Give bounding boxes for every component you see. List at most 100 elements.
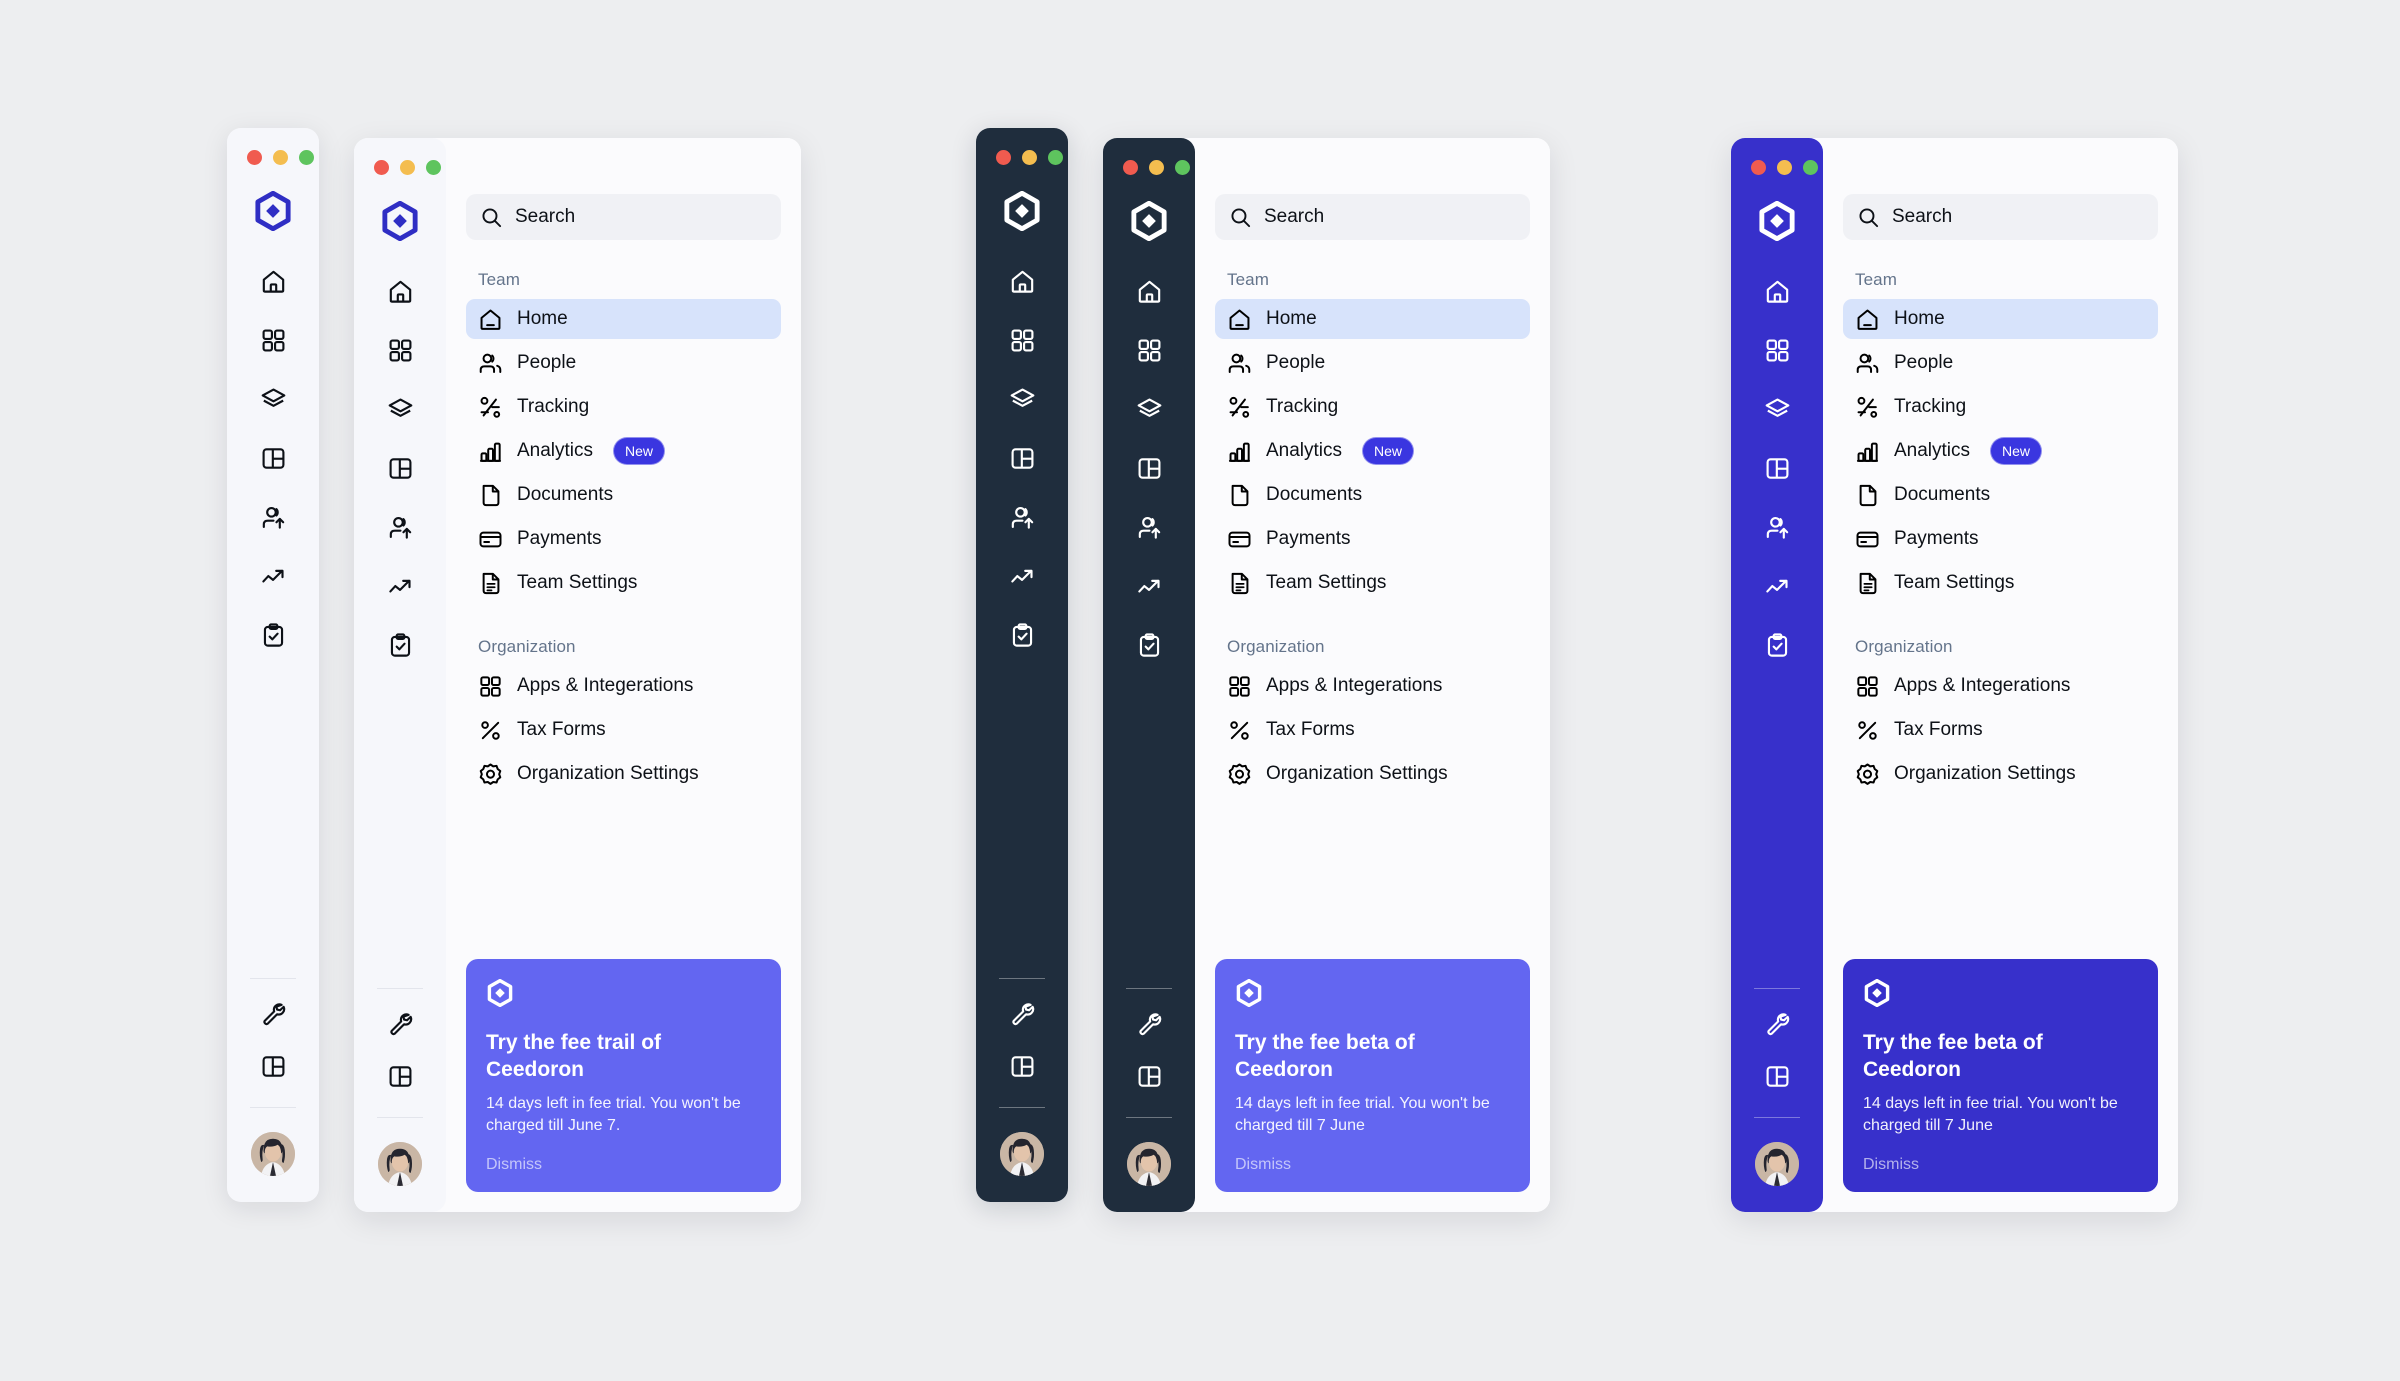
nav-item-team-settings[interactable]: Team Settings	[1843, 563, 2158, 603]
rail-item-clipboard-check-icon[interactable]	[1754, 622, 1800, 668]
rail-item-layers-icon[interactable]	[1126, 386, 1172, 432]
rail-item-grid-icon[interactable]	[250, 317, 296, 363]
search-input[interactable]: Search	[1215, 194, 1530, 240]
rail-item-layout-icon[interactable]	[1126, 445, 1172, 491]
icon-rail-dark-2[interactable]	[1103, 138, 1195, 1212]
rail-item-add-person-icon[interactable]	[250, 494, 296, 540]
nav-item-payments[interactable]: Payments	[466, 519, 781, 559]
rail-item-wrench-icon[interactable]	[250, 989, 296, 1035]
avatar[interactable]	[1127, 1142, 1171, 1186]
rail-item-grid-icon[interactable]	[1126, 327, 1172, 373]
rail-item-layers-icon[interactable]	[999, 376, 1045, 422]
trial-promo-card[interactable]: Try the fee trail of Ceedoron 14 days le…	[466, 958, 781, 1192]
rail-item-layout-icon[interactable]	[999, 435, 1045, 481]
nav-item-apps-integrations[interactable]: Apps & Integerations	[1215, 666, 1530, 706]
app-logo[interactable]	[1129, 201, 1169, 246]
rail-item-add-person-icon[interactable]	[999, 494, 1045, 540]
nav-item-organization-settings[interactable]: Organization Settings	[1215, 754, 1530, 794]
nav-item-analytics[interactable]: Analytics New	[466, 431, 781, 471]
rail-item-home-icon[interactable]	[1754, 268, 1800, 314]
rail-item-wrench-icon[interactable]	[377, 999, 423, 1045]
rail-item-add-person-icon[interactable]	[1754, 504, 1800, 550]
avatar[interactable]	[378, 1142, 422, 1186]
nav-item-apps-integrations[interactable]: Apps & Integerations	[466, 666, 781, 706]
avatar[interactable]	[1755, 1142, 1799, 1186]
rail-item-home-icon[interactable]	[999, 258, 1045, 304]
rail-item-layout-bottom-icon[interactable]	[250, 1043, 296, 1089]
rail-item-add-person-icon[interactable]	[377, 504, 423, 550]
nav-item-organization-settings[interactable]: Organization Settings	[466, 754, 781, 794]
minimize-button[interactable]	[399, 160, 415, 175]
icon-rail-light-2[interactable]	[354, 138, 446, 1212]
rail-item-wrench-icon[interactable]	[1126, 999, 1172, 1045]
nav-item-team-settings[interactable]: Team Settings	[466, 563, 781, 603]
rail-item-layout-icon[interactable]	[250, 435, 296, 481]
rail-item-layers-icon[interactable]	[250, 376, 296, 422]
traffic-lights[interactable]	[1737, 138, 1818, 175]
rail-item-clipboard-check-icon[interactable]	[1126, 622, 1172, 668]
rail-item-layout-bottom-icon[interactable]	[1754, 1053, 1800, 1099]
rail-secondary-icons[interactable]	[250, 989, 296, 1202]
nav-item-apps-integrations[interactable]: Apps & Integerations	[1843, 666, 2158, 706]
avatar[interactable]	[251, 1132, 295, 1176]
nav-item-tracking[interactable]: Tracking	[1215, 387, 1530, 427]
rail-item-trending-up-icon[interactable]	[1754, 563, 1800, 609]
window-collapsed-dark[interactable]	[976, 128, 1068, 1202]
nav-item-tax-forms[interactable]: Tax Forms	[466, 710, 781, 750]
close-button[interactable]	[246, 150, 262, 165]
rail-item-layout-bottom-icon[interactable]	[1126, 1053, 1172, 1099]
trial-promo-card[interactable]: Try the fee beta of Ceedoron 14 days lef…	[1843, 958, 2158, 1192]
traffic-lights[interactable]	[1109, 138, 1190, 175]
nav-item-payments[interactable]: Payments	[1843, 519, 2158, 559]
icon-rail-blue[interactable]	[1731, 138, 1823, 1212]
dismiss-link[interactable]: Dismiss	[1863, 1156, 2138, 1174]
rail-item-home-icon[interactable]	[377, 268, 423, 314]
rail-secondary-icons[interactable]	[1754, 999, 1800, 1212]
nav-item-team-settings[interactable]: Team Settings	[1215, 563, 1530, 603]
trial-promo-card[interactable]: Try the fee beta of Ceedoron 14 days lef…	[1215, 958, 1530, 1192]
rail-primary-icons[interactable]	[999, 258, 1045, 658]
maximize-button[interactable]	[425, 160, 441, 175]
rail-item-trending-up-icon[interactable]	[999, 553, 1045, 599]
rail-item-clipboard-check-icon[interactable]	[999, 612, 1045, 658]
nav-item-tax-forms[interactable]: Tax Forms	[1843, 710, 2158, 750]
close-button[interactable]	[1750, 160, 1766, 175]
nav-item-tracking[interactable]: Tracking	[466, 387, 781, 427]
rail-item-layers-icon[interactable]	[377, 386, 423, 432]
minimize-button[interactable]	[1776, 160, 1792, 175]
nav-item-documents[interactable]: Documents	[1215, 475, 1530, 515]
nav-item-payments[interactable]: Payments	[1215, 519, 1530, 559]
rail-secondary-icons[interactable]	[1126, 999, 1172, 1212]
search-input[interactable]: Search	[466, 194, 781, 240]
rail-item-wrench-icon[interactable]	[999, 989, 1045, 1035]
maximize-button[interactable]	[1047, 150, 1063, 165]
app-logo[interactable]	[1757, 201, 1797, 246]
rail-secondary-icons[interactable]	[377, 999, 423, 1212]
nav-item-tracking[interactable]: Tracking	[1843, 387, 2158, 427]
minimize-button[interactable]	[1148, 160, 1164, 175]
window-expanded-blue[interactable]: Search Team Home People Tracking Analyti…	[1731, 138, 2178, 1212]
rail-primary-icons[interactable]	[250, 258, 296, 658]
app-logo[interactable]	[1002, 191, 1042, 236]
nav-item-organization-settings[interactable]: Organization Settings	[1843, 754, 2158, 794]
nav-item-people[interactable]: People	[1215, 343, 1530, 383]
rail-item-clipboard-check-icon[interactable]	[377, 622, 423, 668]
window-expanded-light[interactable]: Search Team Home People Tracking Analyti…	[354, 138, 801, 1212]
nav-item-people[interactable]: People	[466, 343, 781, 383]
rail-primary-icons[interactable]	[377, 268, 423, 668]
app-logo[interactable]	[253, 191, 293, 236]
nav-item-analytics[interactable]: Analytics New	[1843, 431, 2158, 471]
maximize-button[interactable]	[298, 150, 314, 165]
rail-item-home-icon[interactable]	[1126, 268, 1172, 314]
rail-item-wrench-icon[interactable]	[1754, 999, 1800, 1045]
rail-item-layout-icon[interactable]	[1754, 445, 1800, 491]
rail-item-layout-bottom-icon[interactable]	[999, 1043, 1045, 1089]
nav-item-tax-forms[interactable]: Tax Forms	[1215, 710, 1530, 750]
traffic-lights[interactable]	[360, 138, 441, 175]
icon-rail-dark[interactable]	[976, 128, 1068, 1202]
close-button[interactable]	[1122, 160, 1138, 175]
window-collapsed-light[interactable]	[227, 128, 319, 1202]
nav-item-documents[interactable]: Documents	[1843, 475, 2158, 515]
rail-item-add-person-icon[interactable]	[1126, 504, 1172, 550]
search-input[interactable]: Search	[1843, 194, 2158, 240]
